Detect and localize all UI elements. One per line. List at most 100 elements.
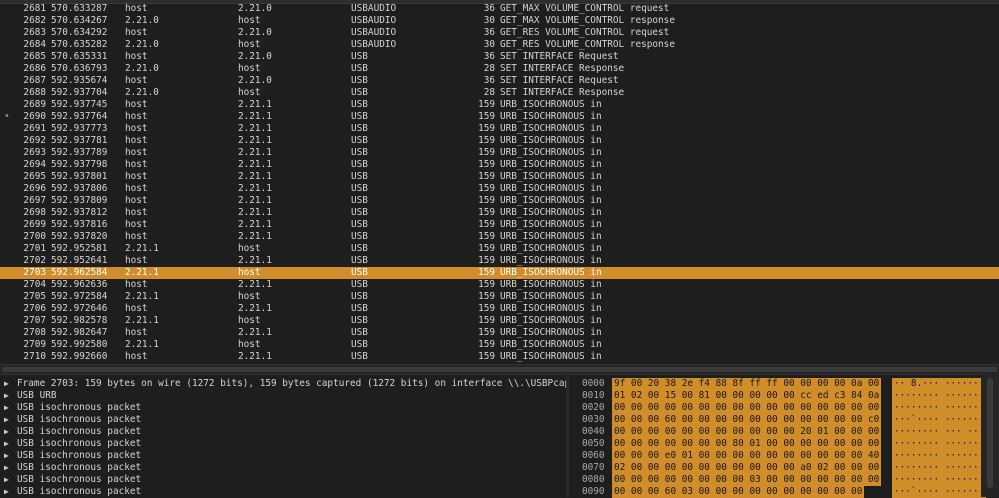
- expand-arrow-icon[interactable]: ▶: [4, 390, 9, 402]
- packet-row[interactable]: 2708 592.982647 host 2.21.1 USB 159 URB_ISOCHR…: [0, 327, 999, 339]
- packet-row[interactable]: 2705 592.972584 2.21.1 host USB 159 URB_ISOCHR…: [0, 291, 999, 303]
- detail-tree-item[interactable]: ▶ Frame 2703: 159 bytes on wire (1272 bit…: [0, 378, 566, 390]
- packet-protocol: USB: [351, 339, 368, 350]
- packet-row[interactable]: 2686 570.636793 2.21.0 host USB 28 SET INTERFA…: [0, 63, 999, 75]
- packet-list[interactable]: 2681 570.633287 host 2.21.0 USBAUDIO 36 GET_MA…: [0, 0, 999, 364]
- expand-arrow-icon[interactable]: ▶: [4, 402, 9, 414]
- packet-source: 2.21.0: [125, 15, 159, 26]
- packet-row[interactable]: 2689 592.937745 host 2.21.1 USB 159 URB_ISOCHR…: [0, 99, 999, 111]
- scrollbar-thumb[interactable]: [2, 367, 997, 372]
- packet-row[interactable]: 2704 592.962636 host 2.21.1 USB 159 URB_ISOCHR…: [0, 279, 999, 291]
- detail-tree-item[interactable]: ▶ USB isochronous packet: [0, 402, 566, 414]
- detail-tree-item[interactable]: ▶ USB isochronous packet: [0, 438, 566, 450]
- hex-bytes: 9f 00 20 38 2e f4 88 8f ff ff 00 00 00 0…: [612, 378, 882, 390]
- packet-time: 592.937812: [51, 207, 108, 218]
- packet-row[interactable]: 2683 570.634292 host 2.21.0 USBAUDIO 36 GET_RE…: [0, 27, 999, 39]
- packet-time: 570.633287: [51, 3, 108, 14]
- packet-number: 2696: [23, 183, 46, 194]
- packet-time: 570.635282: [51, 39, 108, 50]
- hex-dump-row[interactable]: 0090 00 00 00 60 03 00 00 00 00 00 00 00 …: [569, 486, 999, 498]
- packet-row[interactable]: 2696 592.937806 host 2.21.1 USB 159 URB_ISOCHR…: [0, 183, 999, 195]
- packet-row[interactable]: 2699 592.937816 host 2.21.1 USB 159 URB_ISOCHR…: [0, 219, 999, 231]
- hex-bytes: 00 00 00 60 00 00 00 00 00 00 00 00 00 0…: [612, 414, 882, 426]
- packet-row[interactable]: 2681 570.633287 host 2.21.0 USBAUDIO 36 GET_MA…: [0, 3, 999, 15]
- hex-dump-row[interactable]: 0020 00 00 00 00 00 00 00 00 00 00 00 00 …: [569, 402, 999, 414]
- packet-row[interactable]: 2691 592.937773 host 2.21.1 USB 159 URB_ISOCHR…: [0, 123, 999, 135]
- hex-dump-row[interactable]: 0070 02 00 00 00 00 00 00 00 00 00 00 a0 …: [569, 462, 999, 474]
- hex-bytes: 00 00 00 00 00 00 00 00 00 00 00 20 01 0…: [612, 426, 882, 438]
- packet-protocol: USB: [351, 99, 368, 110]
- packet-destination: host: [238, 15, 261, 26]
- expand-arrow-icon[interactable]: ▶: [4, 438, 9, 450]
- expand-arrow-icon[interactable]: ▶: [4, 462, 9, 474]
- packet-length: 159: [478, 123, 495, 134]
- packet-length: 159: [478, 195, 495, 206]
- packet-row[interactable]: 2706 592.972646 host 2.21.1 USB 159 URB_ISOCHR…: [0, 303, 999, 315]
- hex-dump-row[interactable]: 0040 00 00 00 00 00 00 00 00 00 00 00 20 …: [569, 426, 999, 438]
- expand-arrow-icon[interactable]: ▶: [4, 450, 9, 462]
- hex-dump-row[interactable]: 0050 00 00 00 00 00 00 00 80 01 00 00 00 …: [569, 438, 999, 450]
- packet-row[interactable]: 2709 592.992580 2.21.1 host USB 159 URB_ISOCHR…: [0, 339, 999, 351]
- packet-row[interactable]: 2701 592.952581 2.21.1 host USB 159 URB_ISOCHR…: [0, 243, 999, 255]
- packet-row[interactable]: 2698 592.937812 host 2.21.1 USB 159 URB_ISOCHR…: [0, 207, 999, 219]
- packet-destination: 2.21.0: [238, 3, 272, 14]
- hex-bytes: 02 00 00 00 00 00 00 00 00 00 00 a0 02 0…: [612, 462, 882, 474]
- packet-row-selected[interactable]: 2703 592.962584 2.21.1 host USB 159 URB_ISOCHR…: [0, 267, 999, 279]
- hex-dump-row[interactable]: 0010 01 02 00 15 00 81 00 00 00 00 00 cc …: [569, 390, 999, 402]
- expand-arrow-icon[interactable]: ▶: [4, 426, 9, 438]
- packet-length: 159: [478, 351, 495, 362]
- hex-offset: 0010: [582, 390, 605, 401]
- packet-length: 159: [478, 111, 495, 122]
- detail-tree-item[interactable]: ▶ USB isochronous packet: [0, 486, 566, 498]
- packet-row[interactable]: 2695 592.937801 host 2.21.1 USB 159 URB_ISOCHR…: [0, 171, 999, 183]
- hex-dump-row[interactable]: 0080 00 00 00 00 00 00 00 00 03 00 00 00 …: [569, 474, 999, 486]
- packet-source: 2.21.0: [125, 63, 159, 74]
- packet-number: 2708: [23, 327, 46, 338]
- hex-dump-row[interactable]: 0060 00 00 00 e0 01 00 00 00 00 00 00 00 …: [569, 450, 999, 462]
- detail-tree-item[interactable]: ▶ USB URB: [0, 390, 566, 402]
- detail-tree-item[interactable]: ▶ USB isochronous packet: [0, 462, 566, 474]
- packet-row[interactable]: 2688 592.937704 2.21.0 host USB 28 SET INTERFA…: [0, 87, 999, 99]
- packet-info: SET INTERFACE Request: [500, 51, 619, 62]
- detail-tree-item[interactable]: ▶ USB isochronous packet: [0, 474, 566, 486]
- packet-row[interactable]: 2702 592.952641 host 2.21.1 USB 159 URB_ISOCHR…: [0, 255, 999, 267]
- packet-row[interactable]: • 2690 592.937764 host 2.21.1 USB 159 URB_ISOCH…: [0, 111, 999, 123]
- packet-row[interactable]: 2707 592.982578 2.21.1 host USB 159 URB_ISOCHR…: [0, 315, 999, 327]
- packet-row[interactable]: 2710 592.992660 host 2.21.1 USB 159 URB_ISOCHR…: [0, 351, 999, 363]
- packet-protocol: USB: [351, 351, 368, 362]
- packet-row[interactable]: 2694 592.937798 host 2.21.1 USB 159 URB_ISOCHR…: [0, 159, 999, 171]
- packet-bytes-pane[interactable]: 0000 9f 00 20 38 2e f4 88 8f ff ff 00 00 …: [569, 374, 999, 498]
- packet-source: host: [125, 51, 148, 62]
- hex-dump-row[interactable]: 0000 9f 00 20 38 2e f4 88 8f ff ff 00 00 …: [569, 378, 999, 390]
- packet-row[interactable]: 2685 570.635331 host 2.21.0 USB 36 SET INTERFA…: [0, 51, 999, 63]
- packet-source: host: [125, 231, 148, 242]
- hex-dump-row[interactable]: 0030 00 00 00 60 00 00 00 00 00 00 00 00 …: [569, 414, 999, 426]
- packet-row[interactable]: 2692 592.937781 host 2.21.1 USB 159 URB_ISOCHR…: [0, 135, 999, 147]
- packet-row[interactable]: 2687 592.935674 host 2.21.0 USB 36 SET INTERFA…: [0, 75, 999, 87]
- packet-row[interactable]: 2697 592.937809 host 2.21.1 USB 159 URB_ISOCHR…: [0, 195, 999, 207]
- detail-tree-item[interactable]: ▶ USB isochronous packet: [0, 426, 566, 438]
- detail-tree-item[interactable]: ▶ USB isochronous packet: [0, 450, 566, 462]
- expand-arrow-icon[interactable]: ▶: [4, 378, 9, 390]
- packet-source: host: [125, 219, 148, 230]
- packet-number: 2702: [23, 255, 46, 266]
- packet-row[interactable]: 2693 592.937789 host 2.21.1 USB 159 URB_ISOCHR…: [0, 147, 999, 159]
- packet-time: 592.982578: [51, 315, 108, 326]
- packet-bytes-vertical-scrollbar[interactable]: [981, 374, 999, 497]
- detail-tree-item[interactable]: ▶ USB isochronous packet: [0, 414, 566, 426]
- packet-protocol: USB: [351, 111, 368, 122]
- packet-row[interactable]: 2684 570.635282 2.21.0 host USBAUDIO 30 GET_RE…: [0, 39, 999, 51]
- expand-arrow-icon[interactable]: ▶: [4, 486, 9, 498]
- packet-list-horizontal-scrollbar[interactable]: [0, 364, 999, 374]
- expand-arrow-icon[interactable]: ▶: [4, 414, 9, 426]
- packet-info: GET_MAX VOLUME_CONTROL response: [500, 15, 675, 26]
- packet-details-pane[interactable]: ▶ Frame 2703: 159 bytes on wire (1272 bit…: [0, 374, 566, 498]
- packet-destination: host: [238, 243, 261, 254]
- scrollbar-thumb[interactable]: [987, 378, 993, 488]
- packet-protocol: USB: [351, 171, 368, 182]
- packet-number: 2697: [23, 195, 46, 206]
- detail-tree-label: USB isochronous packet: [17, 450, 142, 461]
- packet-row[interactable]: 2682 570.634267 2.21.0 host USBAUDIO 30 GET_MA…: [0, 15, 999, 27]
- packet-row[interactable]: 2700 592.937820 host 2.21.1 USB 159 URB_ISOCHR…: [0, 231, 999, 243]
- expand-arrow-icon[interactable]: ▶: [4, 474, 9, 486]
